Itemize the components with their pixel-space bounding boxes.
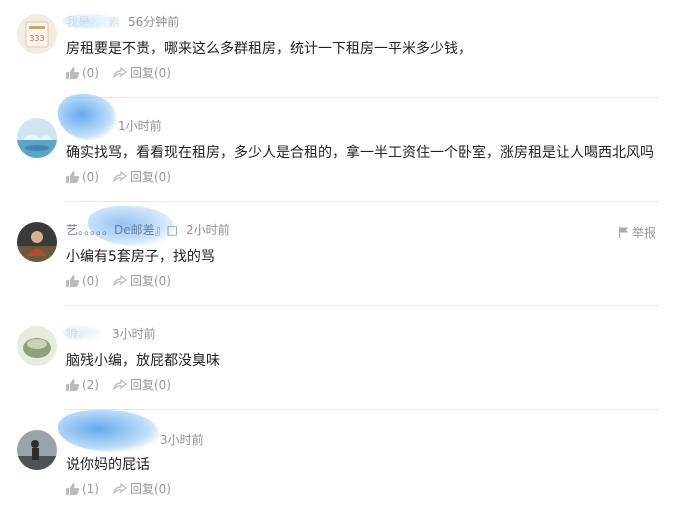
reply-button[interactable]: 回复(0) bbox=[113, 64, 171, 81]
reply-icon bbox=[113, 275, 127, 286]
reply-button[interactable]: 回复(0) bbox=[113, 376, 171, 393]
reply-label: 回复(0) bbox=[130, 274, 171, 288]
flag-icon bbox=[618, 227, 628, 238]
comment-item: 艺。。。。。De邮差』□ 2小时前 举报 小编有5套房子，找的骂 (0) 回复(… bbox=[0, 206, 678, 312]
timestamp: 1小时前 bbox=[118, 118, 162, 133]
timestamp: 3小时前 bbox=[112, 326, 156, 341]
thumbs-up-icon bbox=[66, 482, 79, 495]
comment-item: 狼。 3小时前 脑残小编，放屁都没臭味 (2) 回复(0) bbox=[0, 312, 678, 416]
divider bbox=[64, 201, 658, 202]
svg-text:333: 333 bbox=[29, 34, 44, 43]
comment-meta: 艺。。。。。De邮差』□ 2小时前 bbox=[66, 220, 230, 238]
like-button[interactable]: (0) bbox=[66, 274, 99, 288]
comment-meta: 我是。。素 56分钟前 bbox=[66, 12, 179, 30]
reply-label: 回复(0) bbox=[130, 378, 171, 392]
like-count: (1) bbox=[82, 481, 99, 496]
like-count: (0) bbox=[82, 65, 99, 80]
report-label: 举报 bbox=[631, 226, 656, 240]
comment-actions: (0) 回复(0) bbox=[66, 64, 171, 81]
like-count: (0) bbox=[82, 169, 99, 184]
reply-label: 回复(0) bbox=[130, 170, 171, 184]
comment-actions: (0) 回复(0) bbox=[66, 168, 171, 185]
comment-actions: (0) 回复(0) bbox=[66, 272, 171, 289]
timestamp: 56分钟前 bbox=[128, 14, 180, 29]
reply-icon bbox=[113, 67, 127, 78]
divider bbox=[64, 305, 658, 306]
like-button[interactable]: (0) bbox=[66, 66, 99, 80]
thumbs-up-icon bbox=[66, 274, 79, 287]
comment-item: 3小时前 说你妈的屁话 (1) 回复(0) bbox=[0, 410, 678, 520]
comment-text: 脑残小编，放屁都没臭味 bbox=[66, 353, 220, 369]
reply-button[interactable]: 回复(0) bbox=[113, 480, 171, 497]
comment-text: 小编有5套房子，找的骂 bbox=[66, 249, 215, 265]
comment-meta: 3小时前 bbox=[160, 430, 204, 448]
reply-label: 回复(0) bbox=[130, 482, 171, 496]
timestamp: 2小时前 bbox=[185, 222, 230, 237]
thumbs-up-icon bbox=[66, 66, 79, 79]
thumbs-up-icon bbox=[66, 378, 79, 391]
comment-text: 确实找骂，看看现在租房，多少人是合租的，拿一半工资住一个卧室，涨房租是让人喝西北… bbox=[66, 145, 654, 161]
username[interactable]: 狼。 bbox=[66, 325, 104, 342]
reply-button[interactable]: 回复(0) bbox=[113, 272, 171, 289]
avatar[interactable] bbox=[17, 222, 57, 262]
reply-icon bbox=[113, 171, 127, 182]
divider bbox=[64, 97, 658, 98]
like-count: (0) bbox=[82, 273, 99, 288]
timestamp: 3小时前 bbox=[160, 432, 204, 447]
reply-label: 回复(0) bbox=[130, 66, 171, 80]
avatar[interactable] bbox=[17, 430, 57, 470]
comment-text: 说你妈的屁话 bbox=[66, 457, 150, 473]
avatar[interactable] bbox=[17, 326, 57, 366]
like-button[interactable]: (2) bbox=[66, 378, 99, 392]
username-blur bbox=[58, 94, 116, 140]
avatar[interactable]: 333 bbox=[17, 14, 57, 54]
like-count: (2) bbox=[82, 377, 99, 392]
reply-button[interactable]: 回复(0) bbox=[113, 168, 171, 185]
report-button[interactable]: 举报 bbox=[618, 224, 656, 241]
comment-actions: (1) 回复(0) bbox=[66, 480, 171, 497]
avatar[interactable] bbox=[17, 118, 57, 158]
divider bbox=[64, 409, 658, 410]
comment-meta: 狼。 3小时前 bbox=[66, 324, 156, 342]
reply-icon bbox=[113, 483, 127, 494]
comment-actions: (2) 回复(0) bbox=[66, 376, 171, 393]
comment-item: 1小时前 确实找骂，看看现在租房，多少人是合租的，拿一半工资住一个卧室，涨房租是… bbox=[0, 94, 678, 208]
comment-item: 333 我是。。素 56分钟前 房租要是不贵，哪来这么多群租房，统计一下租房一平… bbox=[0, 0, 678, 104]
username[interactable]: 艺。。。。。De邮差』□ bbox=[66, 221, 178, 238]
like-button[interactable]: (0) bbox=[66, 170, 99, 184]
reply-icon bbox=[113, 379, 127, 390]
username-blur bbox=[58, 410, 158, 452]
comment-text: 房租要是不贵，哪来这么多群租房，统计一下租房一平米多少钱， bbox=[66, 41, 472, 57]
thumbs-up-icon bbox=[66, 170, 79, 183]
like-button[interactable]: (1) bbox=[66, 482, 99, 496]
username[interactable]: 我是。。素 bbox=[66, 13, 120, 30]
comment-meta: 1小时前 bbox=[118, 116, 162, 134]
